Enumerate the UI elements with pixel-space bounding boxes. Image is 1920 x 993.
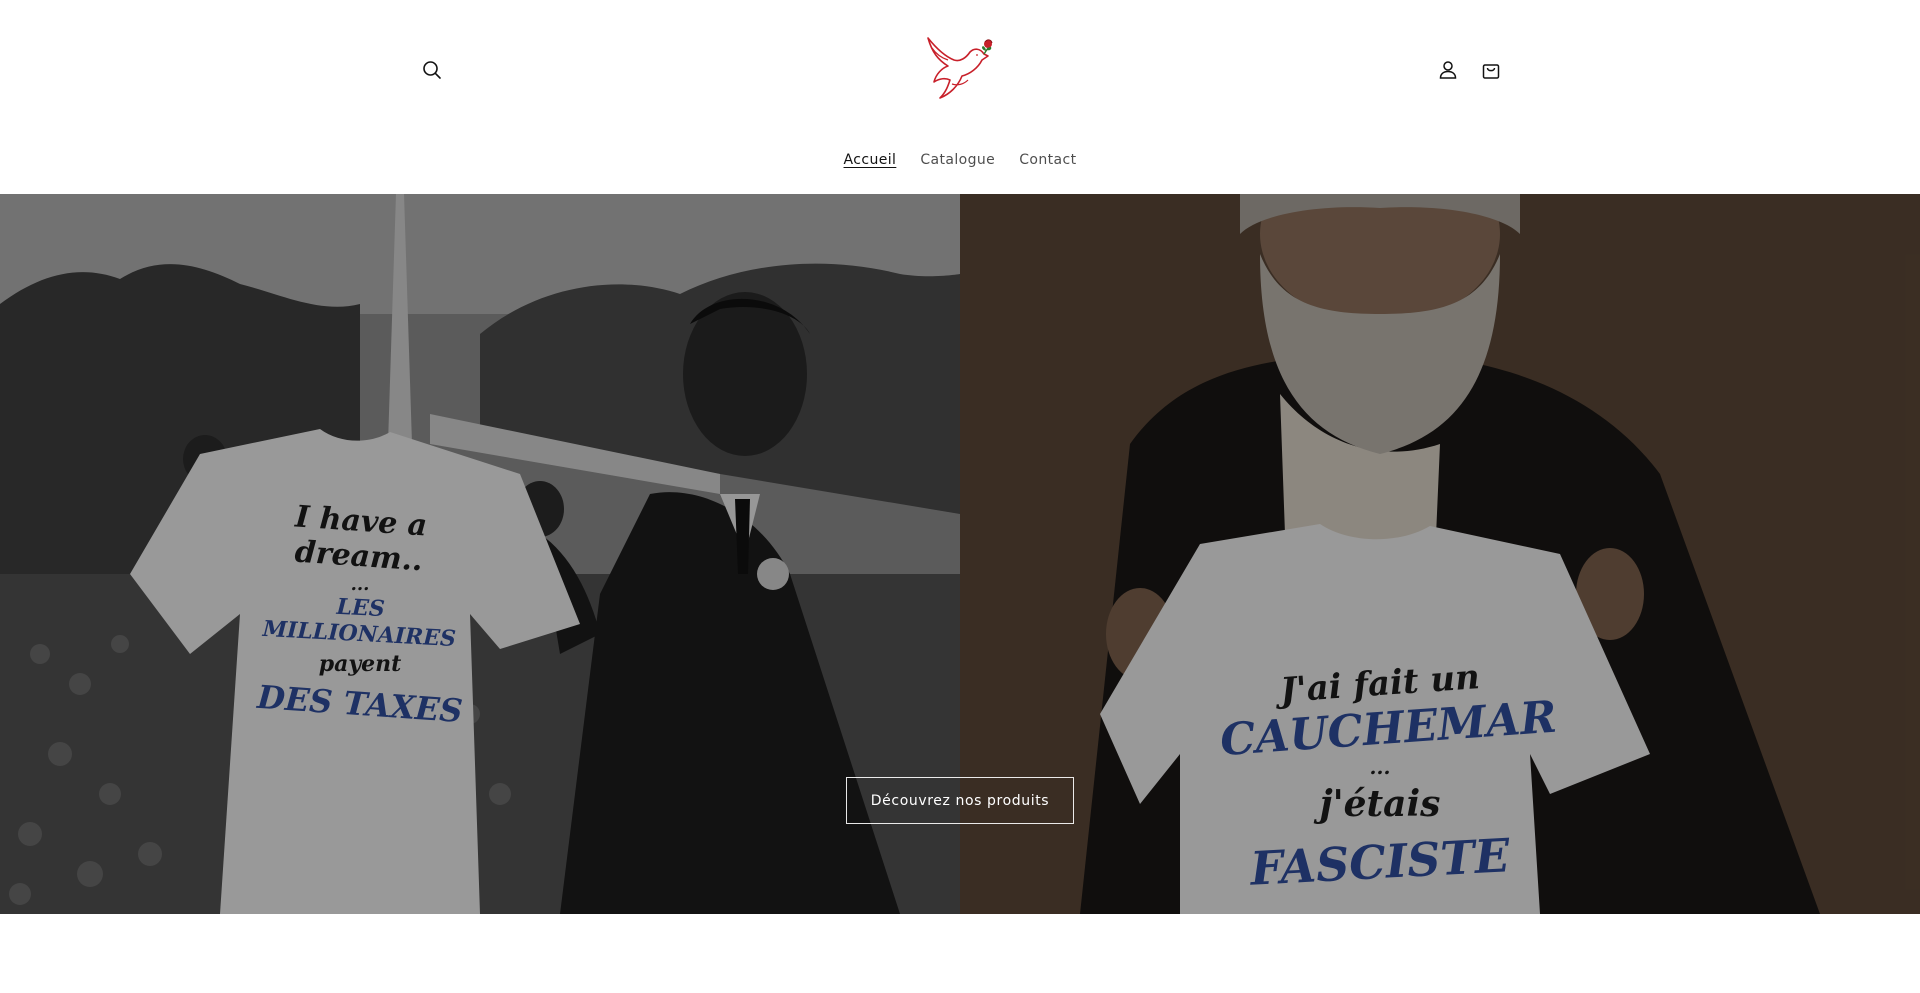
- nav-item-contact[interactable]: Contact: [1007, 144, 1088, 176]
- nav-item-accueil[interactable]: Accueil: [832, 144, 909, 176]
- search-icon: [423, 61, 441, 79]
- discover-products-button[interactable]: Découvrez nos produits: [846, 777, 1074, 824]
- cart-button[interactable]: [1469, 48, 1513, 92]
- site-logo[interactable]: [918, 24, 1002, 108]
- main-navigation: Accueil Catalogue Contact: [0, 144, 1920, 176]
- dove-with-rose-icon: [927, 37, 993, 99]
- user-icon: [1439, 61, 1457, 79]
- account-button[interactable]: [1426, 48, 1470, 92]
- shopping-bag-icon: [1482, 64, 1500, 79]
- site-header: Accueil Catalogue Contact: [0, 0, 1920, 194]
- search-button[interactable]: [410, 48, 454, 92]
- nav-item-catalogue[interactable]: Catalogue: [908, 144, 1007, 176]
